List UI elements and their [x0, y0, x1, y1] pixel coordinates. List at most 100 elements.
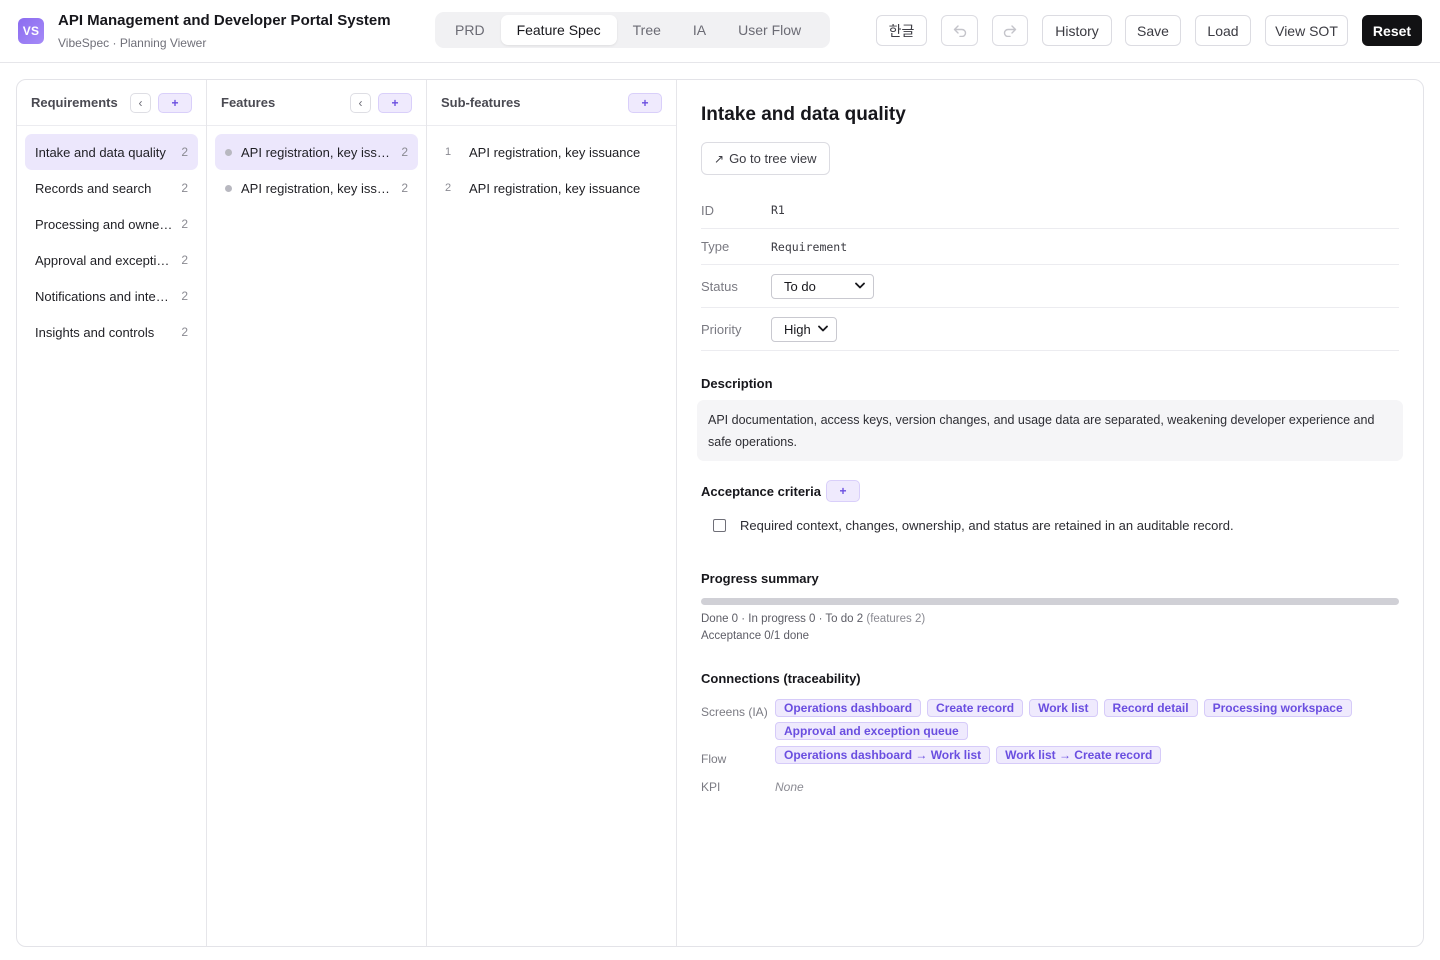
- id-row: ID R1: [701, 192, 1399, 229]
- priority-select[interactable]: High: [771, 316, 837, 342]
- app-logo: VS: [18, 18, 44, 44]
- acceptance-checkbox[interactable]: [713, 519, 726, 532]
- app-title: API Management and Developer Portal Syst…: [58, 12, 391, 29]
- screen-chip[interactable]: Record detail: [1103, 699, 1198, 717]
- status-value: To do: [784, 278, 816, 294]
- app-subtitle: VibeSpec · Planning Viewer: [58, 36, 207, 50]
- tab-prd[interactable]: PRD: [439, 15, 501, 45]
- subfeature-label: API registration, key issuance: [469, 144, 641, 160]
- acceptance-progress: Acceptance 0/1 done: [701, 630, 810, 642]
- requirement-count: 2: [181, 289, 188, 303]
- reset-button[interactable]: Reset: [1362, 15, 1422, 46]
- feature-item[interactable]: API registration, key issuance 2: [215, 134, 418, 170]
- priority-label: Priority: [701, 321, 742, 337]
- requirements-list: Intake and data quality 2 Records and sea…: [25, 134, 198, 350]
- progress-counts: Done 0 · In progress 0 · To do 2 (featur…: [701, 613, 925, 625]
- subfeature-item[interactable]: 1 API registration, key issuance: [435, 134, 668, 170]
- app-header: VS API Management and Developer Portal S…: [0, 0, 1440, 63]
- requirements-column: Requirements ‹ + Intake and data quality…: [17, 80, 207, 946]
- progress-line: Done 0 · In progress 0 · To do 2: [701, 613, 864, 625]
- acceptance-text: Required context, changes, ownership, an…: [740, 518, 1234, 533]
- progress-bar: [701, 598, 1399, 605]
- subfeature-label: API registration, key issuance: [469, 180, 641, 196]
- features-collapse-button[interactable]: ‹: [350, 93, 371, 113]
- add-acceptance-button[interactable]: +: [826, 480, 860, 502]
- screens-label: Screens (IA): [701, 705, 768, 719]
- status-row: Status To do: [701, 265, 1399, 308]
- kpi-label: KPI: [701, 780, 721, 794]
- flow-chip[interactable]: Operations dashboard → Work list: [775, 746, 991, 764]
- feature-count: 2: [401, 145, 408, 159]
- detail-title: Intake and data quality: [701, 104, 906, 125]
- features-list: API registration, key issuance 2 API regi…: [215, 134, 418, 206]
- page-scrollbar[interactable]: [1424, 63, 1440, 960]
- redo-icon: [1003, 24, 1017, 37]
- language-button[interactable]: 한글: [876, 15, 927, 46]
- type-label: Type: [701, 239, 730, 254]
- save-button[interactable]: Save: [1125, 15, 1181, 46]
- type-row: Type Requirement: [701, 229, 1399, 265]
- flow-chips: Operations dashboard → Work list Work li…: [775, 746, 1405, 764]
- add-subfeature-button[interactable]: +: [628, 93, 662, 113]
- tab-feature-spec[interactable]: Feature Spec: [500, 15, 617, 45]
- feature-count: 2: [401, 181, 408, 195]
- chevron-down-icon: [855, 281, 865, 292]
- tab-tree[interactable]: Tree: [617, 15, 677, 45]
- subfeatures-header: Sub-features +: [427, 80, 676, 126]
- acceptance-item: Required context, changes, ownership, an…: [713, 518, 1234, 533]
- screen-chip[interactable]: Processing workspace: [1203, 699, 1352, 717]
- screens-chips: Operations dashboard Create record Work …: [775, 699, 1405, 740]
- undo-button[interactable]: [941, 15, 978, 46]
- progress-heading: Progress summary: [701, 571, 819, 586]
- requirements-collapse-button[interactable]: ‹: [130, 93, 151, 113]
- redo-button[interactable]: [992, 15, 1028, 46]
- screen-chip[interactable]: Operations dashboard: [775, 699, 922, 717]
- kpi-value: None: [775, 780, 804, 794]
- go-to-tree-view-button[interactable]: ↗ Go to tree view: [701, 142, 830, 175]
- flow-chip[interactable]: Work list → Create record: [996, 746, 1162, 764]
- feature-item[interactable]: API registration, key issuance 2: [215, 170, 418, 206]
- tab-user-flow[interactable]: User Flow: [722, 15, 817, 45]
- feature-label: API registration, key issuance: [241, 144, 396, 160]
- add-requirement-button[interactable]: +: [158, 93, 192, 113]
- screen-chip[interactable]: Create record: [927, 699, 1024, 717]
- requirement-item[interactable]: Insights and controls 2: [25, 314, 198, 350]
- features-title: Features: [221, 95, 276, 110]
- priority-row: Priority High: [701, 308, 1399, 351]
- requirement-item[interactable]: Records and search 2: [25, 170, 198, 206]
- connections-heading: Connections (traceability): [701, 671, 861, 686]
- history-button[interactable]: History: [1042, 15, 1112, 46]
- requirement-item[interactable]: Notifications and integrations 2: [25, 278, 198, 314]
- requirement-count: 2: [181, 325, 188, 339]
- subfeatures-column: Sub-features + 1 API registration, key is…: [427, 80, 677, 946]
- requirement-item[interactable]: Approval and exceptions 2: [25, 242, 198, 278]
- feature-spec-panel: Requirements ‹ + Intake and data quality…: [16, 79, 1424, 947]
- acceptance-heading: Acceptance criteria: [701, 484, 821, 499]
- flow-label: Flow: [701, 752, 727, 766]
- id-value: R1: [771, 203, 785, 217]
- description-heading: Description: [701, 376, 773, 391]
- tab-ia[interactable]: IA: [677, 15, 722, 45]
- screen-chip[interactable]: Approval and exception queue: [775, 722, 968, 740]
- subfeature-number: 1: [445, 146, 452, 158]
- features-column: Features ‹ + API registration, key issua…: [207, 80, 427, 946]
- add-feature-button[interactable]: +: [378, 93, 412, 113]
- load-button[interactable]: Load: [1195, 15, 1251, 46]
- subfeature-item[interactable]: 2 API registration, key issuance: [435, 170, 668, 206]
- screen-chip[interactable]: Work list: [1029, 699, 1098, 717]
- requirements-title: Requirements: [31, 95, 118, 110]
- go-to-tree-view-label: Go to tree view: [729, 151, 817, 166]
- view-sot-button[interactable]: View SOT: [1265, 15, 1348, 46]
- detail-panel: Intake and data quality ↗ Go to tree vie…: [677, 80, 1423, 946]
- features-header: Features ‹ +: [207, 80, 426, 126]
- status-select[interactable]: To do: [771, 273, 874, 299]
- requirement-label: Insights and controls: [35, 324, 155, 340]
- requirement-label: Intake and data quality: [35, 144, 166, 160]
- requirement-item[interactable]: Processing and ownership 2: [25, 206, 198, 242]
- subfeatures-list: 1 API registration, key issuance 2 API reg…: [435, 134, 668, 206]
- progress-features: (features 2): [866, 613, 926, 625]
- requirement-label: Records and search: [35, 180, 152, 196]
- id-label: ID: [701, 202, 714, 218]
- requirement-item[interactable]: Intake and data quality 2: [25, 134, 198, 170]
- requirements-header: Requirements ‹ +: [17, 80, 206, 126]
